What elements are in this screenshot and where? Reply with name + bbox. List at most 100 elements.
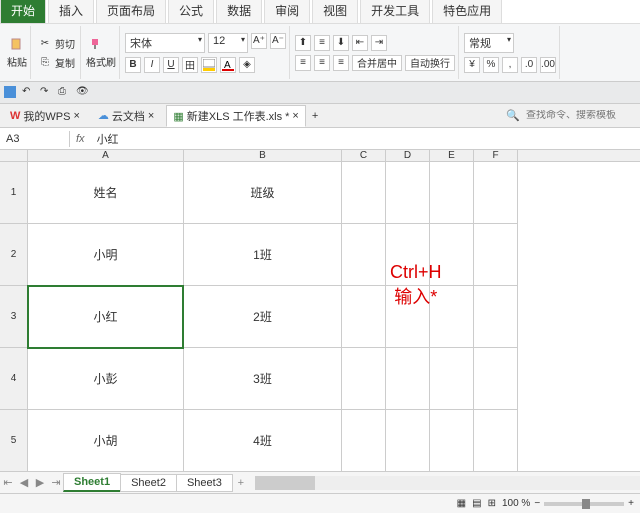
cell[interactable]: 班级	[184, 162, 341, 224]
clear-format[interactable]: ◈	[239, 57, 255, 73]
underline-button[interactable]: U	[163, 57, 179, 73]
currency-button[interactable]: ¥	[464, 57, 480, 73]
fx-icon[interactable]: fx	[70, 133, 91, 145]
cell[interactable]: 小明	[28, 224, 183, 286]
align-mid[interactable]: ≡	[314, 35, 330, 51]
font-color[interactable]: A	[220, 57, 236, 73]
sheet-nav-first[interactable]: ⇤	[0, 476, 16, 489]
cell[interactable]	[386, 162, 429, 224]
close-icon[interactable]: ×	[292, 110, 298, 122]
cell[interactable]	[474, 286, 517, 348]
comma-button[interactable]: ,	[502, 57, 518, 73]
copy-button[interactable]: ⎘复制	[36, 54, 77, 71]
search-icon[interactable]: 🔍	[506, 109, 520, 122]
increase-font[interactable]: A⁺	[251, 33, 267, 49]
row-header[interactable]: 3	[0, 286, 27, 348]
doctab-cloud[interactable]: ☁云文档×	[92, 106, 160, 126]
sheet-tab[interactable]: Sheet3	[176, 474, 233, 492]
tab-insert[interactable]: 插入	[48, 0, 94, 23]
size-select[interactable]: 12	[208, 33, 248, 53]
col-header[interactable]: C	[342, 150, 386, 161]
tab-dev[interactable]: 开发工具	[360, 0, 430, 23]
zoom-in-icon[interactable]: +	[628, 498, 634, 509]
align-top[interactable]: ⬆	[295, 35, 311, 51]
cell[interactable]: 小红	[28, 286, 183, 348]
sheet-tab[interactable]: Sheet1	[63, 473, 121, 492]
col-header[interactable]: E	[430, 150, 474, 161]
align-center[interactable]: ≡	[314, 55, 330, 71]
add-tab-icon[interactable]: +	[312, 110, 318, 122]
row-header[interactable]: 4	[0, 348, 27, 410]
search-input[interactable]	[526, 110, 636, 121]
cell[interactable]	[342, 286, 385, 348]
cell[interactable]: 1班	[184, 224, 341, 286]
dec-inc[interactable]: .0	[521, 57, 537, 73]
row-header[interactable]: 1	[0, 162, 27, 224]
wrap-button[interactable]: 自动换行	[405, 55, 455, 71]
align-right[interactable]: ≡	[333, 55, 349, 71]
row-header[interactable]: 2	[0, 224, 27, 286]
tab-formula[interactable]: 公式	[168, 0, 214, 23]
align-left[interactable]: ≡	[295, 55, 311, 71]
align-bot[interactable]: ⬇	[333, 35, 349, 51]
cell[interactable]: 姓名	[28, 162, 183, 224]
cell[interactable]	[386, 348, 429, 410]
sheet-nav-prev[interactable]: ◀	[16, 476, 32, 489]
cell[interactable]	[342, 348, 385, 410]
tab-layout[interactable]: 页面布局	[96, 0, 166, 23]
cell[interactable]	[430, 162, 473, 224]
print-icon[interactable]: ⎙	[58, 86, 72, 100]
name-box[interactable]: A3	[0, 131, 70, 147]
col-header[interactable]: D	[386, 150, 430, 161]
zoom-out-icon[interactable]: −	[534, 498, 540, 509]
dec-dec[interactable]: .00	[540, 57, 556, 73]
tab-home[interactable]: 开始	[0, 0, 46, 23]
cell[interactable]	[474, 348, 517, 410]
cut-button[interactable]: ✂剪切	[36, 35, 77, 52]
select-all-corner[interactable]	[0, 150, 28, 161]
preview-icon[interactable]: 👁	[76, 86, 90, 100]
cell[interactable]: 4班	[184, 410, 341, 471]
sheet-nav-last[interactable]: ⇥	[48, 476, 64, 489]
view-normal-icon[interactable]: ▦	[457, 498, 466, 509]
cell[interactable]: 小彭	[28, 348, 183, 410]
tab-special[interactable]: 特色应用	[432, 0, 502, 23]
cell[interactable]	[474, 410, 517, 471]
col-header[interactable]: A	[28, 150, 184, 161]
cell[interactable]	[386, 410, 429, 471]
indent-dec[interactable]: ⇤	[352, 35, 368, 51]
formula-input[interactable]: 小红	[91, 129, 640, 149]
col-header[interactable]: B	[184, 150, 342, 161]
sheet-tab[interactable]: Sheet2	[120, 474, 177, 492]
decrease-font[interactable]: A⁻	[270, 33, 286, 49]
paste-button[interactable]	[7, 36, 27, 52]
doctab-file[interactable]: ▦新建XLS 工作表.xls *×	[166, 105, 306, 127]
cell[interactable]	[474, 224, 517, 286]
tab-review[interactable]: 审阅	[264, 0, 310, 23]
cell[interactable]	[430, 348, 473, 410]
col-header[interactable]: F	[474, 150, 518, 161]
cell[interactable]	[342, 162, 385, 224]
fill-color[interactable]	[201, 57, 217, 73]
redo-icon[interactable]: ↷	[40, 86, 54, 100]
number-format[interactable]: 常规	[464, 33, 514, 53]
cell[interactable]	[342, 410, 385, 471]
doctab-wps[interactable]: W我的WPS×	[4, 106, 86, 126]
row-header[interactable]: 5	[0, 410, 27, 471]
indent-inc[interactable]: ⇥	[371, 35, 387, 51]
save-icon[interactable]	[4, 86, 18, 100]
border-button[interactable]: 田	[182, 57, 198, 73]
tab-data[interactable]: 数据	[216, 0, 262, 23]
horizontal-scrollbar[interactable]	[255, 476, 640, 490]
cell[interactable]: 小胡	[28, 410, 183, 471]
cell[interactable]	[430, 410, 473, 471]
zoom-slider[interactable]	[544, 502, 624, 506]
italic-button[interactable]: I	[144, 57, 160, 73]
percent-button[interactable]: %	[483, 57, 499, 73]
cell[interactable]	[342, 224, 385, 286]
format-painter[interactable]	[86, 36, 116, 52]
undo-icon[interactable]: ↶	[22, 86, 36, 100]
view-break-icon[interactable]: ⊞	[488, 498, 496, 509]
cell[interactable]: 3班	[184, 348, 341, 410]
close-icon[interactable]: ×	[148, 110, 154, 122]
